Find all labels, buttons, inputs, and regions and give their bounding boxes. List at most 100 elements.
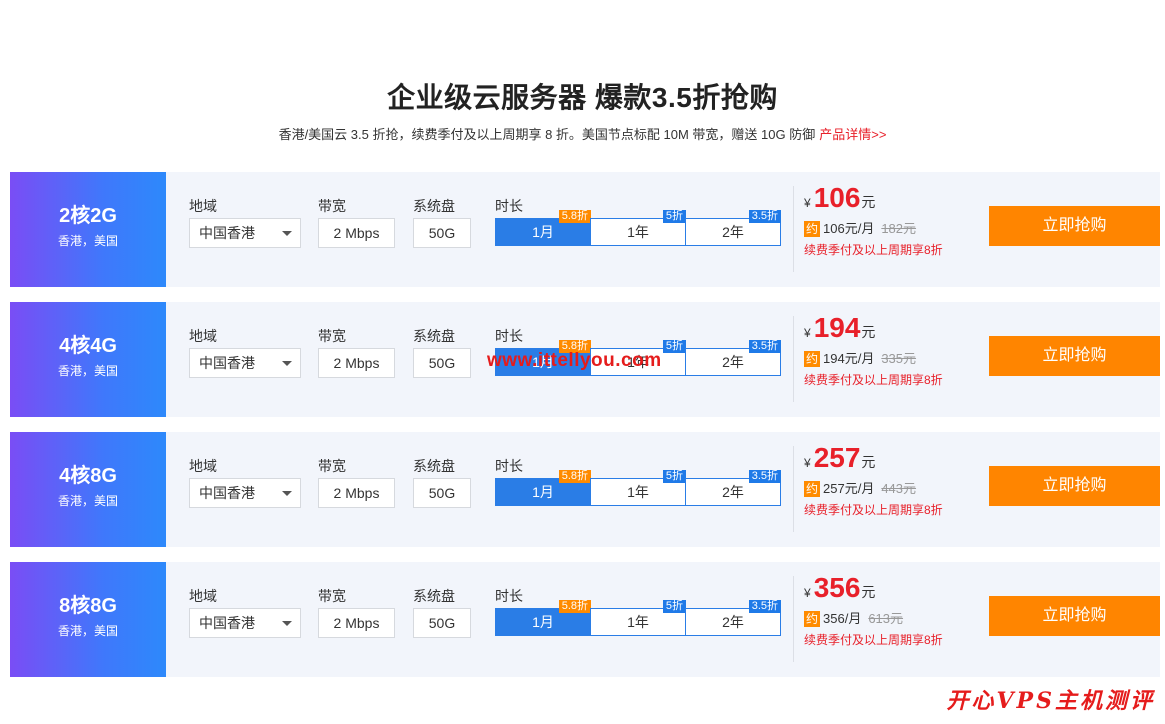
- buy-now-button[interactable]: 立即抢购: [989, 596, 1160, 636]
- duration-label: 2年: [722, 354, 744, 370]
- price-amount: 194: [813, 312, 861, 343]
- monthly-price-row: 约 106元/月 182元: [804, 218, 984, 237]
- chevron-down-icon: [282, 231, 292, 236]
- price-unit: 元: [861, 454, 876, 470]
- monthly-price: 194元/月: [823, 351, 875, 366]
- price-amount: 356: [813, 572, 861, 603]
- original-price: 443元: [881, 481, 917, 496]
- plan-regions: 香港，美国: [57, 364, 118, 378]
- duration-label: 2年: [722, 614, 744, 630]
- plan-spec-panel: 2核2G 香港，美国: [10, 172, 166, 287]
- duration-option[interactable]: 1月 5.8折: [495, 210, 591, 246]
- currency-symbol: ¥: [804, 326, 811, 340]
- duration-label: 1月: [532, 614, 554, 630]
- price-block: ¥194元约 194元/月 335元续费季付及以上周期享8折: [804, 312, 984, 388]
- region-select[interactable]: 中国香港: [189, 218, 301, 248]
- duration-label-title: 时长: [495, 198, 523, 214]
- bandwidth-field: 2 Mbps: [318, 478, 395, 508]
- subtitle-text: 香港/美国云 3.5 折抢，续费季付及以上周期享 8 折。美国节点标配 10M …: [278, 127, 816, 142]
- disk-label: 系统盘: [413, 328, 455, 344]
- price-divider: [793, 316, 794, 402]
- buy-now-button[interactable]: 立即抢购: [989, 336, 1160, 376]
- renewal-note: 续费季付及以上周期享8折: [804, 373, 943, 387]
- renewal-note: 续费季付及以上周期享8折: [804, 503, 943, 517]
- disk-field: 50G: [413, 608, 471, 638]
- duration-option[interactable]: 2年 3.5折: [685, 210, 781, 246]
- region-select[interactable]: 中国香港: [189, 348, 301, 378]
- price-unit: 元: [861, 194, 876, 210]
- disk-field: 50G: [413, 348, 471, 378]
- duration-label-title: 时长: [495, 328, 523, 344]
- duration-label: 2年: [722, 224, 744, 240]
- duration-option[interactable]: 2年 3.5折: [685, 340, 781, 376]
- product-detail-link[interactable]: 产品详情>>: [819, 127, 886, 142]
- discount-badge: 5折: [662, 210, 686, 223]
- approx-tag: 约: [804, 481, 821, 497]
- duration-option[interactable]: 1年 5折: [590, 470, 686, 506]
- price-main: ¥356元: [804, 572, 984, 606]
- duration-option[interactable]: 2年 3.5折: [685, 600, 781, 636]
- duration-label: 1月: [532, 484, 554, 500]
- region-value: 中国香港: [199, 355, 255, 371]
- duration-option[interactable]: 2年 3.5折: [685, 470, 781, 506]
- buy-now-button[interactable]: 立即抢购: [989, 206, 1160, 246]
- region-select[interactable]: 中国香港: [189, 608, 301, 638]
- bandwidth-field: 2 Mbps: [318, 218, 395, 248]
- plan-spec: 8核8G: [59, 595, 117, 617]
- price-unit: 元: [861, 324, 876, 340]
- discount-badge: 5.8折: [558, 600, 591, 613]
- page-subtitle: 香港/美国云 3.5 折抢，续费季付及以上周期享 8 折。美国节点标配 10M …: [0, 124, 1165, 143]
- discount-badge: 5.8折: [558, 210, 591, 223]
- duration-option[interactable]: 1月 5.8折: [495, 600, 591, 636]
- plan-regions: 香港，美国: [57, 494, 118, 508]
- buy-now-button[interactable]: 立即抢购: [989, 466, 1160, 506]
- duration-option[interactable]: 1月 5.8折: [495, 470, 591, 506]
- price-main: ¥257元: [804, 442, 984, 476]
- price-block: ¥257元约 257元/月 443元续费季付及以上周期享8折: [804, 442, 984, 518]
- duration-label: 1年: [627, 614, 649, 630]
- plan-spec: 4核4G: [59, 335, 117, 357]
- chevron-down-icon: [282, 621, 292, 626]
- disk-label: 系统盘: [413, 588, 455, 604]
- region-value: 中国香港: [199, 485, 255, 501]
- plan-spec-panel: 4核4G 香港，美国: [10, 302, 166, 417]
- price-amount: 257: [813, 442, 861, 473]
- disk-label: 系统盘: [413, 458, 455, 474]
- duration-option[interactable]: 1年 5折: [590, 210, 686, 246]
- chevron-down-icon: [282, 491, 292, 496]
- original-price: 335元: [881, 351, 917, 366]
- monthly-price-row: 约 356/月 613元: [804, 608, 984, 627]
- discount-badge: 5.8折: [558, 470, 591, 483]
- approx-tag: 约: [804, 221, 821, 237]
- duration-option[interactable]: 1年 5折: [590, 600, 686, 636]
- chevron-down-icon: [282, 361, 292, 366]
- bandwidth-label: 带宽: [318, 198, 346, 214]
- duration-label: 1年: [627, 224, 649, 240]
- duration-label-title: 时长: [495, 588, 523, 604]
- renewal-note: 续费季付及以上周期享8折: [804, 243, 943, 257]
- monthly-price: 106元/月: [823, 221, 875, 236]
- discount-badge: 5折: [662, 470, 686, 483]
- price-block: ¥356元约 356/月 613元续费季付及以上周期享8折: [804, 572, 984, 648]
- renewal-note: 续费季付及以上周期享8折: [804, 633, 943, 647]
- approx-tag: 约: [804, 351, 821, 367]
- duration-selector: 1月 5.8折 1年 5折 2年 3.5折: [495, 210, 781, 246]
- discount-badge: 3.5折: [748, 600, 781, 613]
- plan-spec-panel: 8核8G 香港，美国: [10, 562, 166, 677]
- plan-card: 4核8G 香港，美国 地域 带宽 系统盘 时长 中国香港 2 Mbps 50G 1月 5.8折 1年 5…: [10, 432, 1160, 547]
- monthly-price-row: 约 257元/月 443元: [804, 478, 984, 497]
- price-divider: [793, 186, 794, 272]
- price-divider: [793, 446, 794, 532]
- region-select[interactable]: 中国香港: [189, 478, 301, 508]
- monthly-price-row: 约 194元/月 335元: [804, 348, 984, 367]
- bandwidth-label: 带宽: [318, 458, 346, 474]
- duration-label: 2年: [722, 484, 744, 500]
- discount-badge: 3.5折: [748, 340, 781, 353]
- duration-selector: 1月 5.8折 1年 5折 2年 3.5折: [495, 600, 781, 636]
- discount-badge: 5折: [662, 600, 686, 613]
- price-main: ¥194元: [804, 312, 984, 346]
- price-divider: [793, 576, 794, 662]
- duration-selector: 1月 5.8折 1年 5折 2年 3.5折: [495, 470, 781, 506]
- original-price: 182元: [881, 221, 917, 236]
- original-price: 613元: [868, 611, 904, 626]
